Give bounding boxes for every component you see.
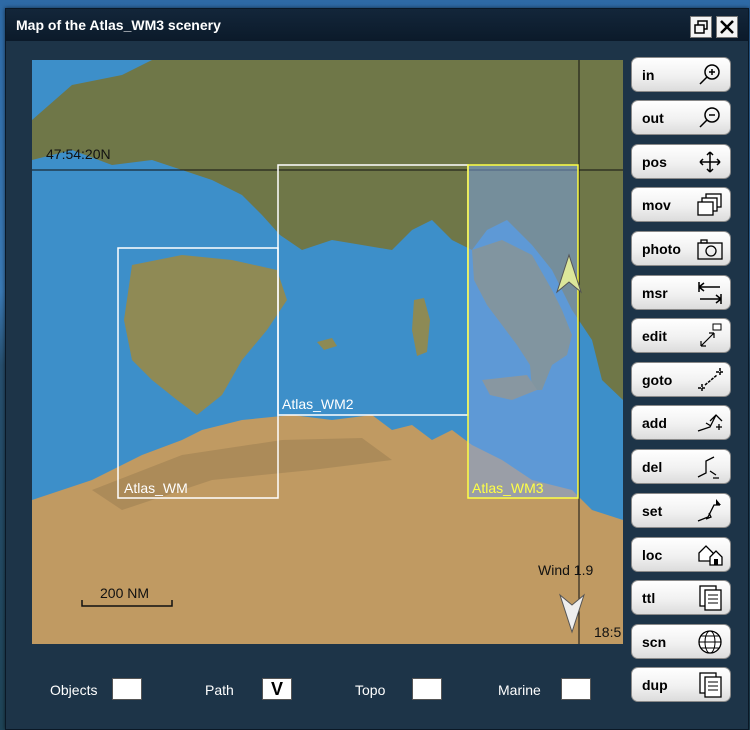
time-label: 18:5 [594,624,622,640]
tool-label: loc [642,547,663,563]
latitude-label: 47:54:20N [46,146,111,162]
add-button[interactable]: add [631,405,731,440]
region-label-atlas-wm3: Atlas_WM3 [472,480,544,496]
tool-label: scn [642,634,667,650]
tool-label: msr [642,285,668,301]
position-button[interactable]: pos [631,144,731,179]
tool-label: add [642,415,667,431]
tool-label: in [642,67,655,83]
restore-icon [694,20,708,34]
tool-label: set [642,503,663,519]
location-button[interactable]: loc [631,537,731,572]
close-icon [720,20,734,34]
measure-icon [698,282,722,304]
close-button[interactable] [716,16,738,38]
goto-button[interactable]: goto [631,362,731,397]
tool-label: photo [642,241,681,257]
set-point-icon [697,499,721,522]
topo-checkbox[interactable] [412,678,442,700]
scenery-map[interactable]: 47:54:20N Atlas_WM Atlas_WM2 Atlas_WM3 2… [32,60,623,644]
wind-label: Wind 1.9 [538,562,594,578]
document-icon [699,585,722,611]
tool-label: mov [642,197,671,213]
marine-label: Marine [498,682,541,698]
move-arrows-icon [699,151,721,173]
tool-label: ttl [642,590,656,606]
path-checkbox[interactable]: V [262,678,292,700]
resize-icon [700,323,722,347]
map-window: Map of the Atlas_WM3 scenery 47:54:20N A… [5,8,749,730]
location-houses-icon [698,545,723,566]
marine-checkbox[interactable] [561,678,591,700]
duplicate-icon [699,672,722,698]
zoom-out-icon [699,107,720,128]
tool-label: out [642,110,664,126]
tool-label: pos [642,154,667,170]
title-button[interactable]: ttl [631,580,731,615]
tool-label: edit [642,328,667,344]
tool-label: goto [642,372,673,388]
zoom-in-button[interactable]: in [631,57,731,92]
region-label-atlas-wm: Atlas_WM [124,480,188,496]
region-label-atlas-wm2: Atlas_WM2 [282,396,354,412]
restore-button[interactable] [690,16,712,38]
edit-button[interactable]: edit [631,318,731,353]
scenery-button[interactable]: scn [631,624,731,659]
camera-icon [697,239,723,260]
title-bar[interactable]: Map of the Atlas_WM3 scenery [6,9,748,41]
duplicate-button[interactable]: dup [631,667,731,702]
windows-stack-icon [697,193,722,216]
move-button[interactable]: mov [631,187,731,222]
zoom-in-icon [699,64,720,85]
delete-button[interactable]: del [631,449,731,484]
zoom-out-button[interactable]: out [631,100,731,135]
add-point-icon [697,414,723,432]
objects-label: Objects [50,682,98,698]
goto-icon [698,368,724,392]
path-label: Path [205,682,234,698]
layer-options: Objects Path V Topo Marine [6,669,626,709]
photo-button[interactable]: photo [631,231,731,266]
measure-button[interactable]: msr [631,275,731,310]
window-title: Map of the Atlas_WM3 scenery [16,17,221,33]
topo-label: Topo [355,682,386,698]
delete-point-icon [697,456,719,479]
tool-label: dup [642,677,668,693]
scale-label: 200 NM [100,585,150,601]
set-button[interactable]: set [631,493,731,528]
objects-checkbox[interactable] [112,678,142,700]
tool-label: del [642,459,663,475]
globe-icon [698,630,722,654]
map-canvas[interactable] [32,60,623,644]
region-atlas-wm3[interactable] [467,164,579,499]
